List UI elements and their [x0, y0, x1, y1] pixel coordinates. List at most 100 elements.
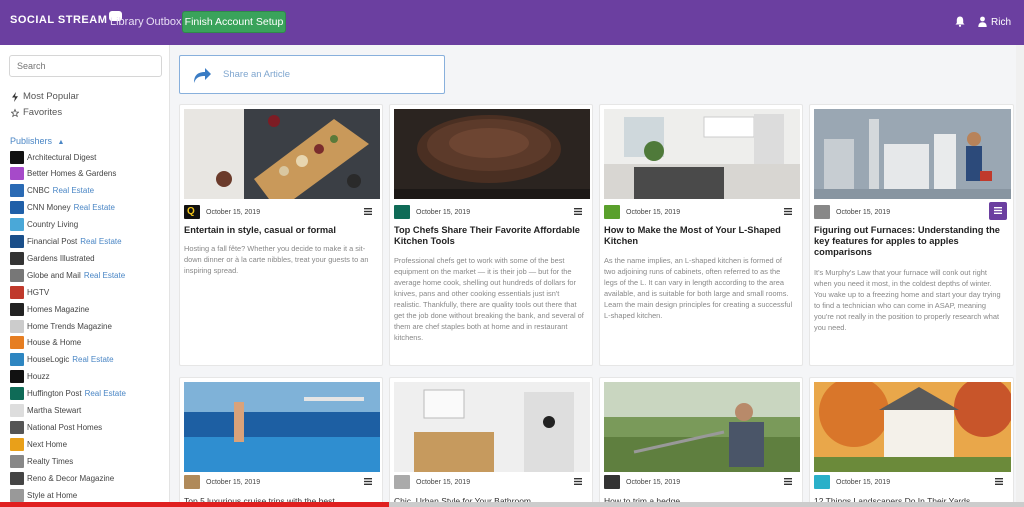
publisher-logo [10, 387, 24, 401]
finish-account-setup-button[interactable]: Finish Account Setup [182, 11, 286, 33]
publisher-logo [10, 454, 24, 468]
chevron-up-icon: ▲ [57, 139, 65, 146]
menu-icon[interactable] [364, 208, 372, 215]
publisher-item[interactable]: Realty Times [10, 454, 73, 468]
article-title[interactable]: How to Make the Most of Your L-Shaped Ki… [604, 225, 794, 247]
article-card[interactable]: October 15, 2019 Top 5 luxurious cruise … [179, 377, 383, 507]
publisher-name: Houzz [27, 372, 50, 382]
publisher-name: Architectural Digest [27, 152, 97, 162]
publisher-item[interactable]: Financial Post Real Estate [10, 235, 122, 249]
article-card[interactable]: Q October 15, 2019 Entertain in style, c… [179, 104, 383, 366]
article-card[interactable]: October 15, 2019 Chic, Urban Style for Y… [389, 377, 593, 507]
menu-icon[interactable] [784, 208, 792, 215]
article-image [184, 109, 380, 199]
article-card[interactable]: October 15, 2019 Top Chefs Share Their F… [389, 104, 593, 366]
publisher-item[interactable]: Country Living [10, 218, 78, 232]
publisher-name: Home Trends Magazine [27, 321, 112, 331]
publisher-item[interactable]: Home Trends Magazine [10, 319, 112, 333]
publisher-item[interactable]: Huffington Post Real Estate [10, 387, 126, 401]
publisher-name: Huffington Post [27, 389, 82, 399]
article-date: October 15, 2019 [626, 208, 681, 216]
publisher-name: Globe and Mail [27, 270, 81, 280]
article-meta: October 15, 2019 [604, 475, 798, 489]
menu-button[interactable] [989, 202, 1007, 220]
article-card[interactable]: October 15, 2019 12 Things Landscapers D… [809, 377, 1014, 507]
article-card[interactable]: October 15, 2019 How to Make the Most of… [599, 104, 803, 366]
article-card[interactable]: October 15, 2019 How to trim a hedge [599, 377, 803, 507]
publisher-item[interactable]: CNBC Real Estate [10, 184, 94, 198]
publisher-tag[interactable]: Real Estate [85, 389, 126, 398]
publisher-name: Style at Home [27, 490, 78, 500]
video-progress-bar[interactable] [0, 502, 1024, 507]
publisher-item[interactable]: CNN Money Real Estate [10, 201, 115, 215]
publishers-heading[interactable]: Publishers ▲ [10, 136, 64, 146]
share-article-button[interactable]: Share an Article [179, 55, 445, 94]
publisher-tag[interactable]: Real Estate [80, 237, 121, 246]
menu-icon[interactable] [995, 478, 1003, 485]
app-logo-text: SOCIAL STREAM [10, 14, 108, 26]
search-input[interactable] [9, 55, 162, 77]
scrollbar[interactable] [1016, 45, 1024, 507]
article-image [814, 109, 1011, 199]
sidebar-item-favorites[interactable]: Favorites [11, 107, 62, 118]
publisher-name: HouseLogic [27, 355, 70, 365]
nav-outbox[interactable]: Outbox [146, 16, 181, 28]
publisher-logo [814, 475, 830, 489]
menu-icon[interactable] [574, 478, 582, 485]
publisher-logo [10, 235, 24, 248]
publisher-tag[interactable]: Real Estate [72, 355, 113, 364]
menu-icon[interactable] [784, 478, 792, 485]
sidebar-item-label: Favorites [23, 107, 63, 118]
article-title[interactable]: Top Chefs Share Their Favorite Affordabl… [394, 225, 584, 247]
publisher-item[interactable]: HouseLogic Real Estate [10, 353, 114, 367]
publisher-item[interactable]: National Post Homes [10, 420, 102, 434]
publisher-item[interactable]: Homes Magazine [10, 302, 89, 316]
publisher-logo: Q [184, 205, 200, 219]
publisher-item[interactable]: Globe and Mail Real Estate [10, 268, 125, 282]
user-name[interactable]: Rich [991, 17, 1011, 28]
article-meta: October 15, 2019 [394, 205, 588, 219]
article-date: October 15, 2019 [626, 478, 681, 486]
menu-icon[interactable] [574, 208, 582, 215]
publisher-item[interactable]: Better Homes & Gardens [10, 167, 116, 181]
publisher-item[interactable]: Style at Home [10, 488, 77, 502]
menu-icon[interactable] [364, 478, 372, 485]
user-icon[interactable] [978, 16, 987, 27]
article-meta: October 15, 2019 [184, 475, 378, 489]
article-excerpt: As the name implies, an L-shaped kitchen… [604, 256, 793, 320]
publisher-logo [10, 201, 24, 215]
publisher-logo [10, 336, 24, 350]
article-excerpt: It's Murphy's Law that your furnace will… [814, 268, 1001, 332]
publisher-item[interactable]: HGTV [10, 285, 49, 299]
publisher-item[interactable]: Reno & Decor Magazine [10, 471, 114, 485]
publisher-item[interactable]: House & Home [10, 336, 81, 350]
nav-library[interactable]: Library [110, 16, 144, 28]
article-card[interactable]: October 15, 2019 Figuring out Furnaces: … [809, 104, 1014, 366]
publisher-item[interactable]: Gardens Illustrated [10, 251, 95, 265]
publisher-logo [10, 488, 24, 502]
bell-icon[interactable] [955, 16, 965, 27]
publisher-logo [10, 251, 24, 265]
article-title[interactable]: Figuring out Furnaces: Understanding the… [814, 225, 1005, 258]
publisher-item[interactable]: Next Home [10, 437, 67, 451]
article-title[interactable]: Entertain in style, casual or formal [184, 225, 374, 236]
article-date: October 15, 2019 [206, 478, 261, 486]
article-meta: Q October 15, 2019 [184, 205, 378, 219]
publisher-tag[interactable]: Real Estate [84, 271, 125, 280]
app-logo[interactable]: SOCIAL STREAM [10, 11, 123, 26]
publisher-logo [10, 437, 24, 451]
publisher-item[interactable]: Martha Stewart [10, 404, 81, 418]
publisher-tag[interactable]: Real Estate [74, 203, 115, 212]
publisher-item[interactable]: Houzz [10, 370, 50, 384]
sidebar: Most Popular Favorites Publishers ▲ Arch… [0, 45, 170, 507]
bolt-icon [12, 91, 18, 102]
article-date: October 15, 2019 [416, 478, 471, 486]
sidebar-item-most-popular[interactable]: Most Popular [11, 91, 79, 102]
publisher-item[interactable]: Architectural Digest [10, 150, 96, 164]
publisher-name: Financial Post [27, 237, 78, 246]
publisher-name: Country Living [27, 220, 79, 230]
publisher-tag[interactable]: Real Estate [53, 186, 94, 195]
publisher-logo [10, 184, 24, 198]
publisher-name: Reno & Decor Magazine [27, 473, 115, 483]
publisher-name: CNN Money [27, 203, 71, 213]
